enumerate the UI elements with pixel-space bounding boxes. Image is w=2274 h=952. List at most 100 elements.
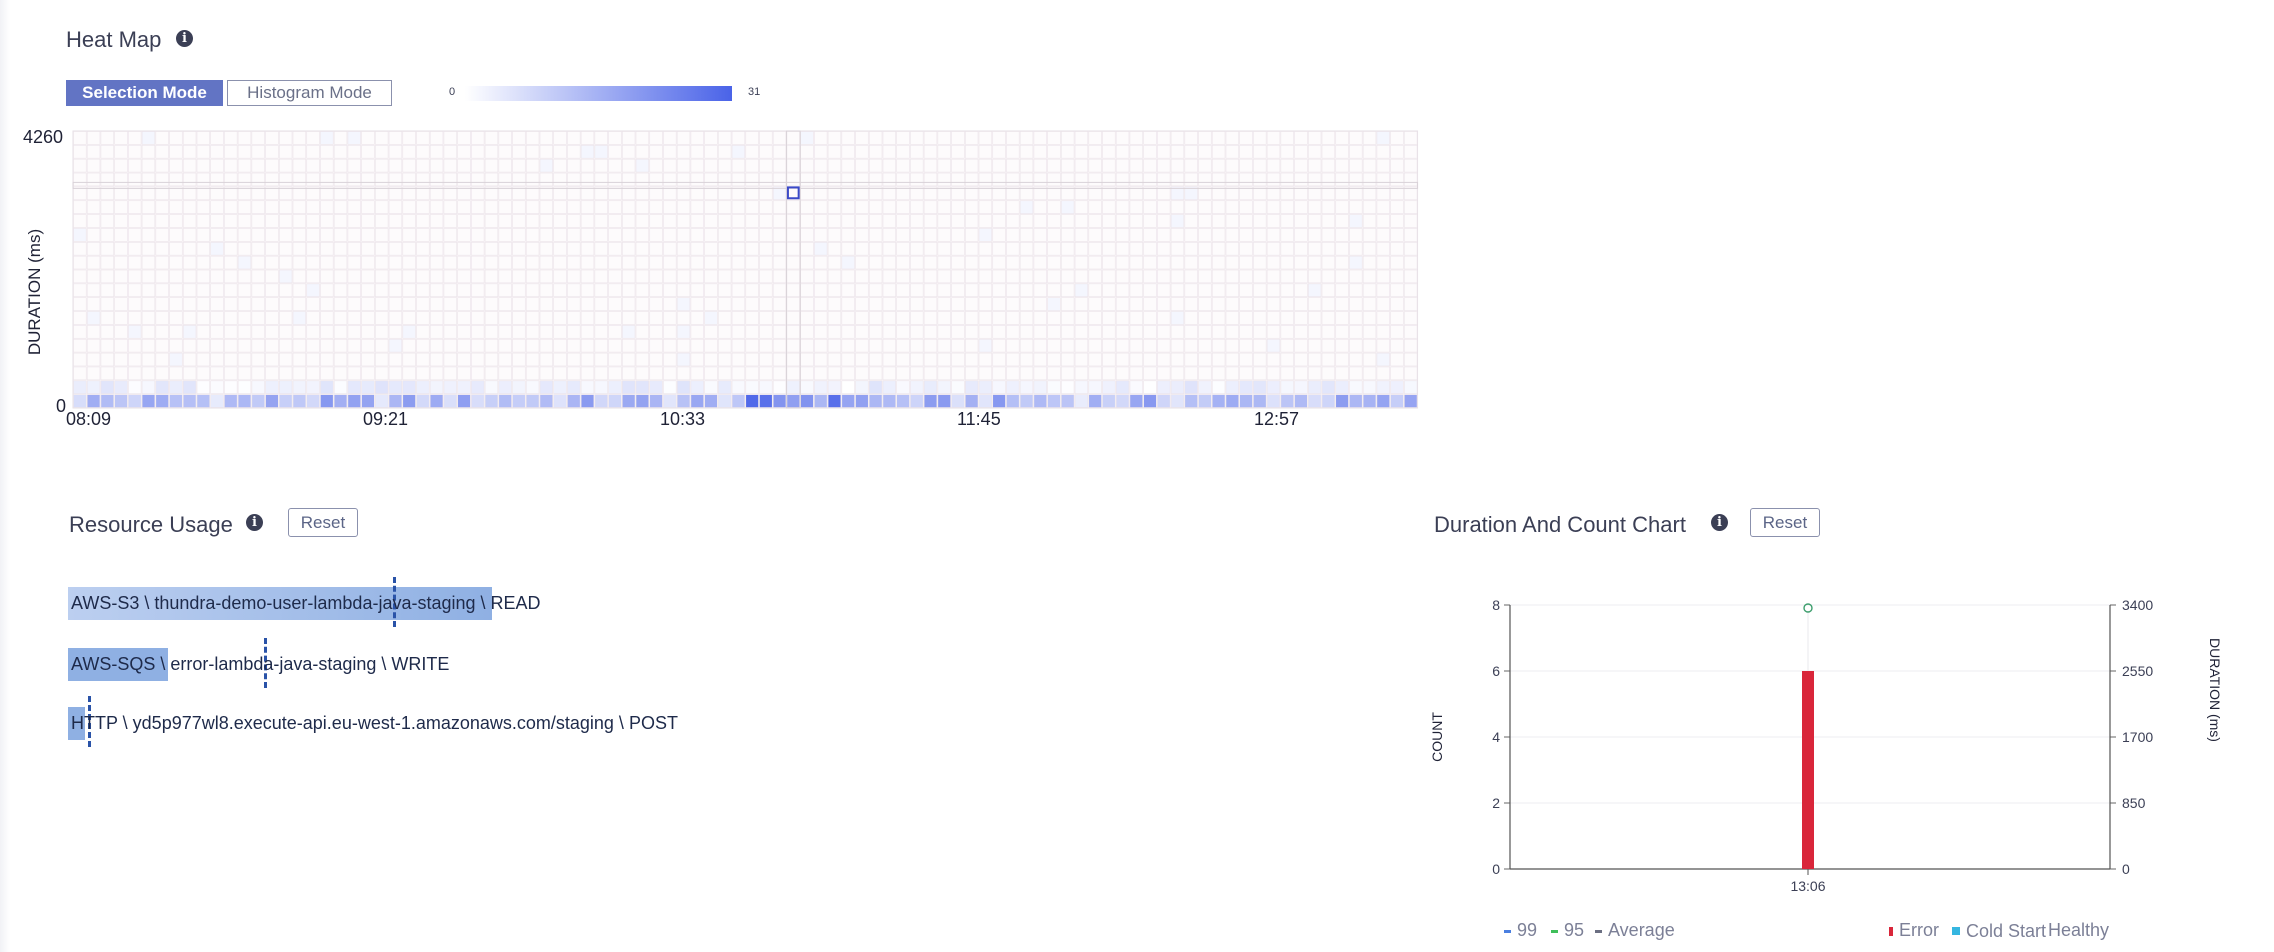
heatmap-cell[interactable]	[114, 297, 128, 311]
heatmap-cell[interactable]	[1321, 366, 1336, 381]
heatmap-cell[interactable]	[621, 283, 636, 298]
heatmap-cell[interactable]	[1308, 214, 1322, 228]
heatmap-cell[interactable]	[745, 200, 759, 214]
heatmap-cell[interactable]	[978, 269, 993, 284]
heatmap-cell[interactable]	[690, 255, 704, 270]
heatmap-cell[interactable]	[1239, 131, 1253, 145]
heatmap-cell[interactable]	[73, 158, 87, 173]
heatmap-cell[interactable]	[375, 145, 389, 159]
heatmap-cell[interactable]	[1129, 242, 1143, 256]
heatmap-cell[interactable]	[361, 380, 375, 394]
heatmap-cell[interactable]	[553, 131, 567, 145]
heatmap-cell[interactable]	[649, 158, 663, 173]
heatmap-cell[interactable]	[992, 131, 1006, 145]
heatmap-cell[interactable]	[1266, 394, 1281, 408]
heatmap-cell[interactable]	[964, 131, 979, 145]
heatmap-cell[interactable]	[1184, 297, 1198, 311]
heatmap-cell[interactable]	[759, 283, 773, 298]
heatmap-cell[interactable]	[333, 338, 348, 353]
heatmap-cell[interactable]	[100, 172, 114, 187]
heatmap-cell[interactable]	[484, 131, 499, 145]
heatmap-cell[interactable]	[896, 297, 910, 311]
heatmap-cell[interactable]	[1019, 158, 1034, 173]
heatmap-cell[interactable]	[210, 214, 224, 228]
heatmap-cell[interactable]	[292, 228, 307, 242]
heatmap-cell[interactable]	[1308, 255, 1322, 270]
heatmap-cell[interactable]	[1047, 352, 1061, 367]
heatmap-cell[interactable]	[978, 242, 993, 256]
heatmap-cell[interactable]	[484, 394, 499, 408]
heatmap-cell[interactable]	[1033, 366, 1047, 381]
heatmap-cell[interactable]	[292, 242, 307, 256]
heatmap-cell[interactable]	[265, 297, 279, 311]
heatmap-cell[interactable]	[416, 325, 430, 339]
heatmap-cell[interactable]	[649, 200, 663, 214]
heatmap-cell[interactable]	[951, 325, 965, 339]
heatmap-cell[interactable]	[471, 269, 485, 284]
heatmap-cell[interactable]	[1211, 158, 1226, 173]
heatmap-cell[interactable]	[128, 311, 142, 325]
heatmap-cell[interactable]	[1321, 242, 1336, 256]
heatmap-cell[interactable]	[663, 158, 677, 173]
heatmap-cell[interactable]	[690, 214, 704, 228]
heatmap-cell[interactable]	[663, 352, 677, 367]
heatmap-cell[interactable]	[1362, 255, 1377, 270]
heatmap-cell[interactable]	[1047, 214, 1061, 228]
heatmap-cell[interactable]	[429, 366, 444, 381]
heatmap-cell[interactable]	[237, 145, 252, 159]
heatmap-cell[interactable]	[128, 338, 142, 353]
heatmap-cell[interactable]	[649, 283, 663, 298]
heatmap-cell[interactable]	[882, 228, 896, 242]
heatmap-cell[interactable]	[1335, 338, 1349, 353]
heatmap-cell[interactable]	[1061, 145, 1075, 159]
heatmap-cell[interactable]	[800, 283, 814, 298]
heatmap-cell[interactable]	[1129, 145, 1143, 159]
heatmap-cell[interactable]	[1239, 297, 1253, 311]
heatmap-cell[interactable]	[525, 214, 540, 228]
heatmap-cell[interactable]	[471, 131, 485, 145]
heatmap-cell[interactable]	[182, 283, 197, 298]
heatmap-cell[interactable]	[210, 311, 224, 325]
heatmap-cell[interactable]	[320, 283, 334, 298]
heatmap-cell[interactable]	[580, 200, 595, 214]
heatmap-cell[interactable]	[868, 158, 883, 173]
heatmap-cell[interactable]	[1280, 200, 1294, 214]
heatmap-cell[interactable]	[676, 366, 691, 381]
heatmap-cell[interactable]	[1129, 297, 1143, 311]
heatmap-cell[interactable]	[855, 242, 869, 256]
heatmap-cell[interactable]	[1115, 311, 1130, 325]
heatmap-cell[interactable]	[196, 269, 210, 284]
heatmap-cell[interactable]	[484, 269, 499, 284]
heatmap-cell[interactable]	[361, 200, 375, 214]
heatmap-cell[interactable]	[827, 131, 842, 145]
heatmap-cell[interactable]	[265, 352, 279, 367]
heatmap-cell[interactable]	[1308, 380, 1322, 394]
heatmap-cell[interactable]	[1404, 255, 1418, 270]
heatmap-cell[interactable]	[676, 352, 691, 367]
heatmap-cell[interactable]	[608, 352, 622, 367]
heatmap-cell[interactable]	[1294, 228, 1308, 242]
heatmap-cell[interactable]	[402, 131, 416, 145]
heatmap-cell[interactable]	[1239, 158, 1253, 173]
heatmap-cell[interactable]	[923, 366, 938, 381]
heatmap-cell[interactable]	[416, 269, 430, 284]
heatmap-cell[interactable]	[663, 131, 677, 145]
heatmap-cell[interactable]	[210, 158, 224, 173]
heatmap-cell[interactable]	[1019, 297, 1034, 311]
heatmap-cell[interactable]	[910, 394, 924, 408]
heatmap-cell[interactable]	[100, 394, 114, 408]
heatmap-cell[interactable]	[169, 297, 183, 311]
heatmap-cell[interactable]	[498, 228, 512, 242]
heatmap-cell[interactable]	[1253, 172, 1267, 187]
heatmap-cell[interactable]	[265, 338, 279, 353]
heatmap-cell[interactable]	[141, 366, 156, 381]
heatmap-cell[interactable]	[1349, 131, 1363, 145]
heatmap-cell[interactable]	[1404, 242, 1418, 256]
heatmap-cell[interactable]	[1006, 242, 1020, 256]
heatmap-cell[interactable]	[196, 214, 210, 228]
heatmap-cell[interactable]	[567, 242, 581, 256]
heatmap-cell[interactable]	[525, 172, 540, 187]
heatmap-cell[interactable]	[1074, 158, 1089, 173]
heatmap-cell[interactable]	[786, 269, 800, 284]
heatmap-cell[interactable]	[1170, 352, 1185, 367]
